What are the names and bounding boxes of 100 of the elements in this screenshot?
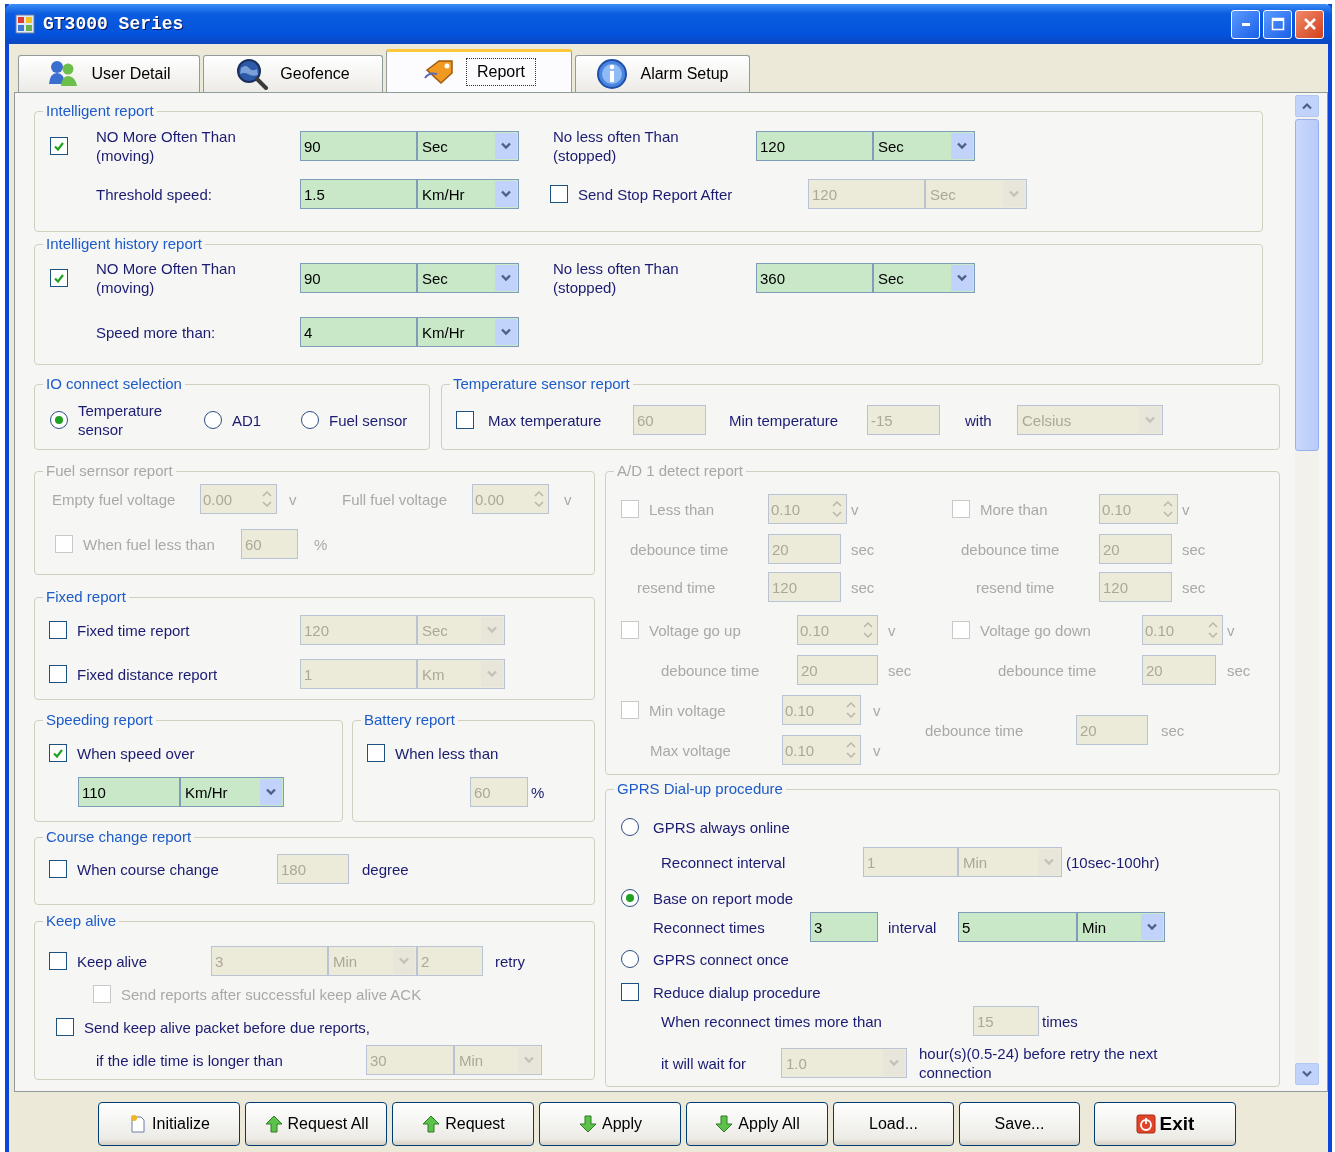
field-label: Max voltage	[650, 740, 732, 760]
radio-button[interactable]: AD1	[204, 410, 284, 430]
input-field[interactable]: 360	[756, 263, 873, 293]
radio-button[interactable]: GPRS connect once	[621, 949, 851, 969]
globe-search-icon	[236, 58, 269, 90]
checkbox[interactable]: When course change	[49, 859, 259, 879]
input-field[interactable]: 5	[958, 912, 1077, 942]
input-field[interactable]: 4	[300, 317, 417, 347]
chevron-down-icon	[1144, 416, 1156, 424]
radio-dot-icon	[55, 416, 63, 424]
checkbox[interactable]: Max temperature	[456, 410, 626, 430]
tab[interactable]: User Detail	[18, 55, 200, 92]
checkbox[interactable]: Keep alive	[49, 951, 199, 971]
field-label: %	[314, 534, 329, 554]
maximize-button[interactable]	[1263, 9, 1292, 39]
scroll-down-button[interactable]	[1295, 1063, 1319, 1085]
dropdown[interactable]: Min	[1077, 912, 1165, 942]
checkbox[interactable]: Reduce dialup procedure	[621, 982, 861, 1002]
dropdown[interactable]: Km/Hr	[417, 179, 519, 209]
checkmark-icon	[54, 141, 64, 151]
save-button[interactable]: Save...	[959, 1102, 1080, 1146]
load-button[interactable]: Load...	[833, 1102, 954, 1146]
initialize-button[interactable]: Initialize	[98, 1102, 240, 1146]
app-icon	[15, 14, 35, 34]
checkbox[interactable]: NO More Often Than (moving)	[50, 127, 290, 165]
radio-dot-icon	[626, 894, 634, 902]
request-all-button[interactable]: Request All	[245, 1102, 387, 1146]
field-label: v	[873, 740, 882, 760]
field-label: Reconnect times	[653, 917, 766, 937]
apply-all-button[interactable]: Apply All	[686, 1102, 828, 1146]
group-title: GPRS Dial-up procedure	[614, 780, 786, 798]
dropdown[interactable]: Sec	[873, 131, 975, 161]
field-label: When reconnect times more than	[661, 1011, 883, 1031]
field-label: v	[564, 489, 573, 509]
field-label: Threshold speed:	[96, 184, 213, 204]
input-field[interactable]: 120	[756, 131, 873, 161]
dropdown[interactable]: Km/Hr	[180, 777, 284, 807]
radio-button[interactable]: Temperature sensor	[50, 401, 190, 439]
input-field[interactable]: 3	[810, 912, 878, 942]
group-title: Intelligent report	[43, 102, 157, 120]
window-title: GT3000 Series	[43, 14, 185, 34]
chevron-down-icon	[500, 190, 512, 198]
dropdown[interactable]: Km/Hr	[417, 317, 519, 347]
field-label: degree	[362, 859, 410, 879]
dropdown[interactable]: Sec	[417, 131, 519, 161]
field-label: v	[289, 489, 298, 509]
tab[interactable]: Report	[386, 49, 572, 92]
chevron-down-icon	[500, 328, 512, 336]
input-field[interactable]: 1.5	[300, 179, 417, 209]
exit-button[interactable]: Exit	[1094, 1102, 1236, 1146]
field-label: sec	[851, 577, 876, 597]
checkbox[interactable]: When speed over	[49, 743, 249, 763]
close-button[interactable]	[1295, 9, 1324, 39]
checkbox[interactable]: Fixed distance report	[49, 664, 289, 684]
radio-button[interactable]: Fuel sensor	[301, 410, 426, 430]
dropdown[interactable]: Sec	[417, 263, 519, 293]
field-label: resend time	[976, 577, 1056, 597]
checkbox[interactable]: Send keep alive packet before due reports,	[56, 1017, 476, 1037]
tab[interactable]: Alarm Setup	[575, 55, 750, 92]
field-label: resend time	[637, 577, 717, 597]
dropdown[interactable]: Sec	[873, 263, 975, 293]
field-label: v	[1182, 499, 1191, 519]
input-field[interactable]: 110	[78, 777, 180, 807]
minimize-button[interactable]	[1231, 9, 1260, 39]
chevron-down-icon	[1008, 190, 1020, 198]
field-label: debounce time	[630, 539, 730, 559]
field-label: sec	[1161, 720, 1186, 740]
chevron-down-icon	[1043, 858, 1055, 866]
field-label: No less often Than (stopped)	[553, 259, 680, 297]
chevron-up-icon	[1301, 102, 1313, 110]
arrow-up-icon	[421, 1114, 442, 1134]
checkbox[interactable]: NO More Often Than (moving)	[50, 259, 290, 297]
maximize-icon	[1269, 16, 1286, 32]
group-title: Keep alive	[43, 912, 120, 930]
scroll-up-button[interactable]	[1295, 95, 1319, 117]
checkbox[interactable]: Send Stop Report After	[550, 184, 790, 204]
field-label: sec	[1227, 660, 1252, 680]
arrow-down-icon	[714, 1114, 735, 1134]
input-field[interactable]: 90	[300, 131, 417, 161]
arrow-up-icon	[263, 1114, 284, 1134]
group-title: Fuel sernsor report	[43, 462, 176, 480]
field-label: hour(s)(0.5-24) before retry the next connection	[919, 1044, 1159, 1082]
scrollbar-thumb[interactable]	[1295, 119, 1319, 451]
apply-button[interactable]: Apply	[539, 1102, 681, 1146]
chevron-down-icon	[1146, 923, 1158, 931]
chevron-down-icon	[956, 274, 968, 282]
scrollbar[interactable]	[1295, 95, 1319, 1085]
field-label: debounce time	[998, 660, 1098, 680]
request-button[interactable]: Request	[392, 1102, 534, 1146]
field-label: if the idle time is longer than	[96, 1050, 284, 1070]
input-field[interactable]: 90	[300, 263, 417, 293]
checkbox[interactable]: Fixed time report	[49, 620, 289, 640]
field-label: interval	[888, 917, 938, 937]
radio-button[interactable]: Base on report mode	[621, 888, 851, 908]
field-label: it will wait for	[661, 1053, 747, 1073]
info-icon	[596, 58, 629, 90]
radio-button[interactable]: GPRS always online	[621, 817, 851, 837]
checkbox[interactable]: When less than	[367, 743, 547, 763]
tab[interactable]: Geofence	[203, 55, 383, 92]
field-label: sec	[1182, 539, 1207, 559]
